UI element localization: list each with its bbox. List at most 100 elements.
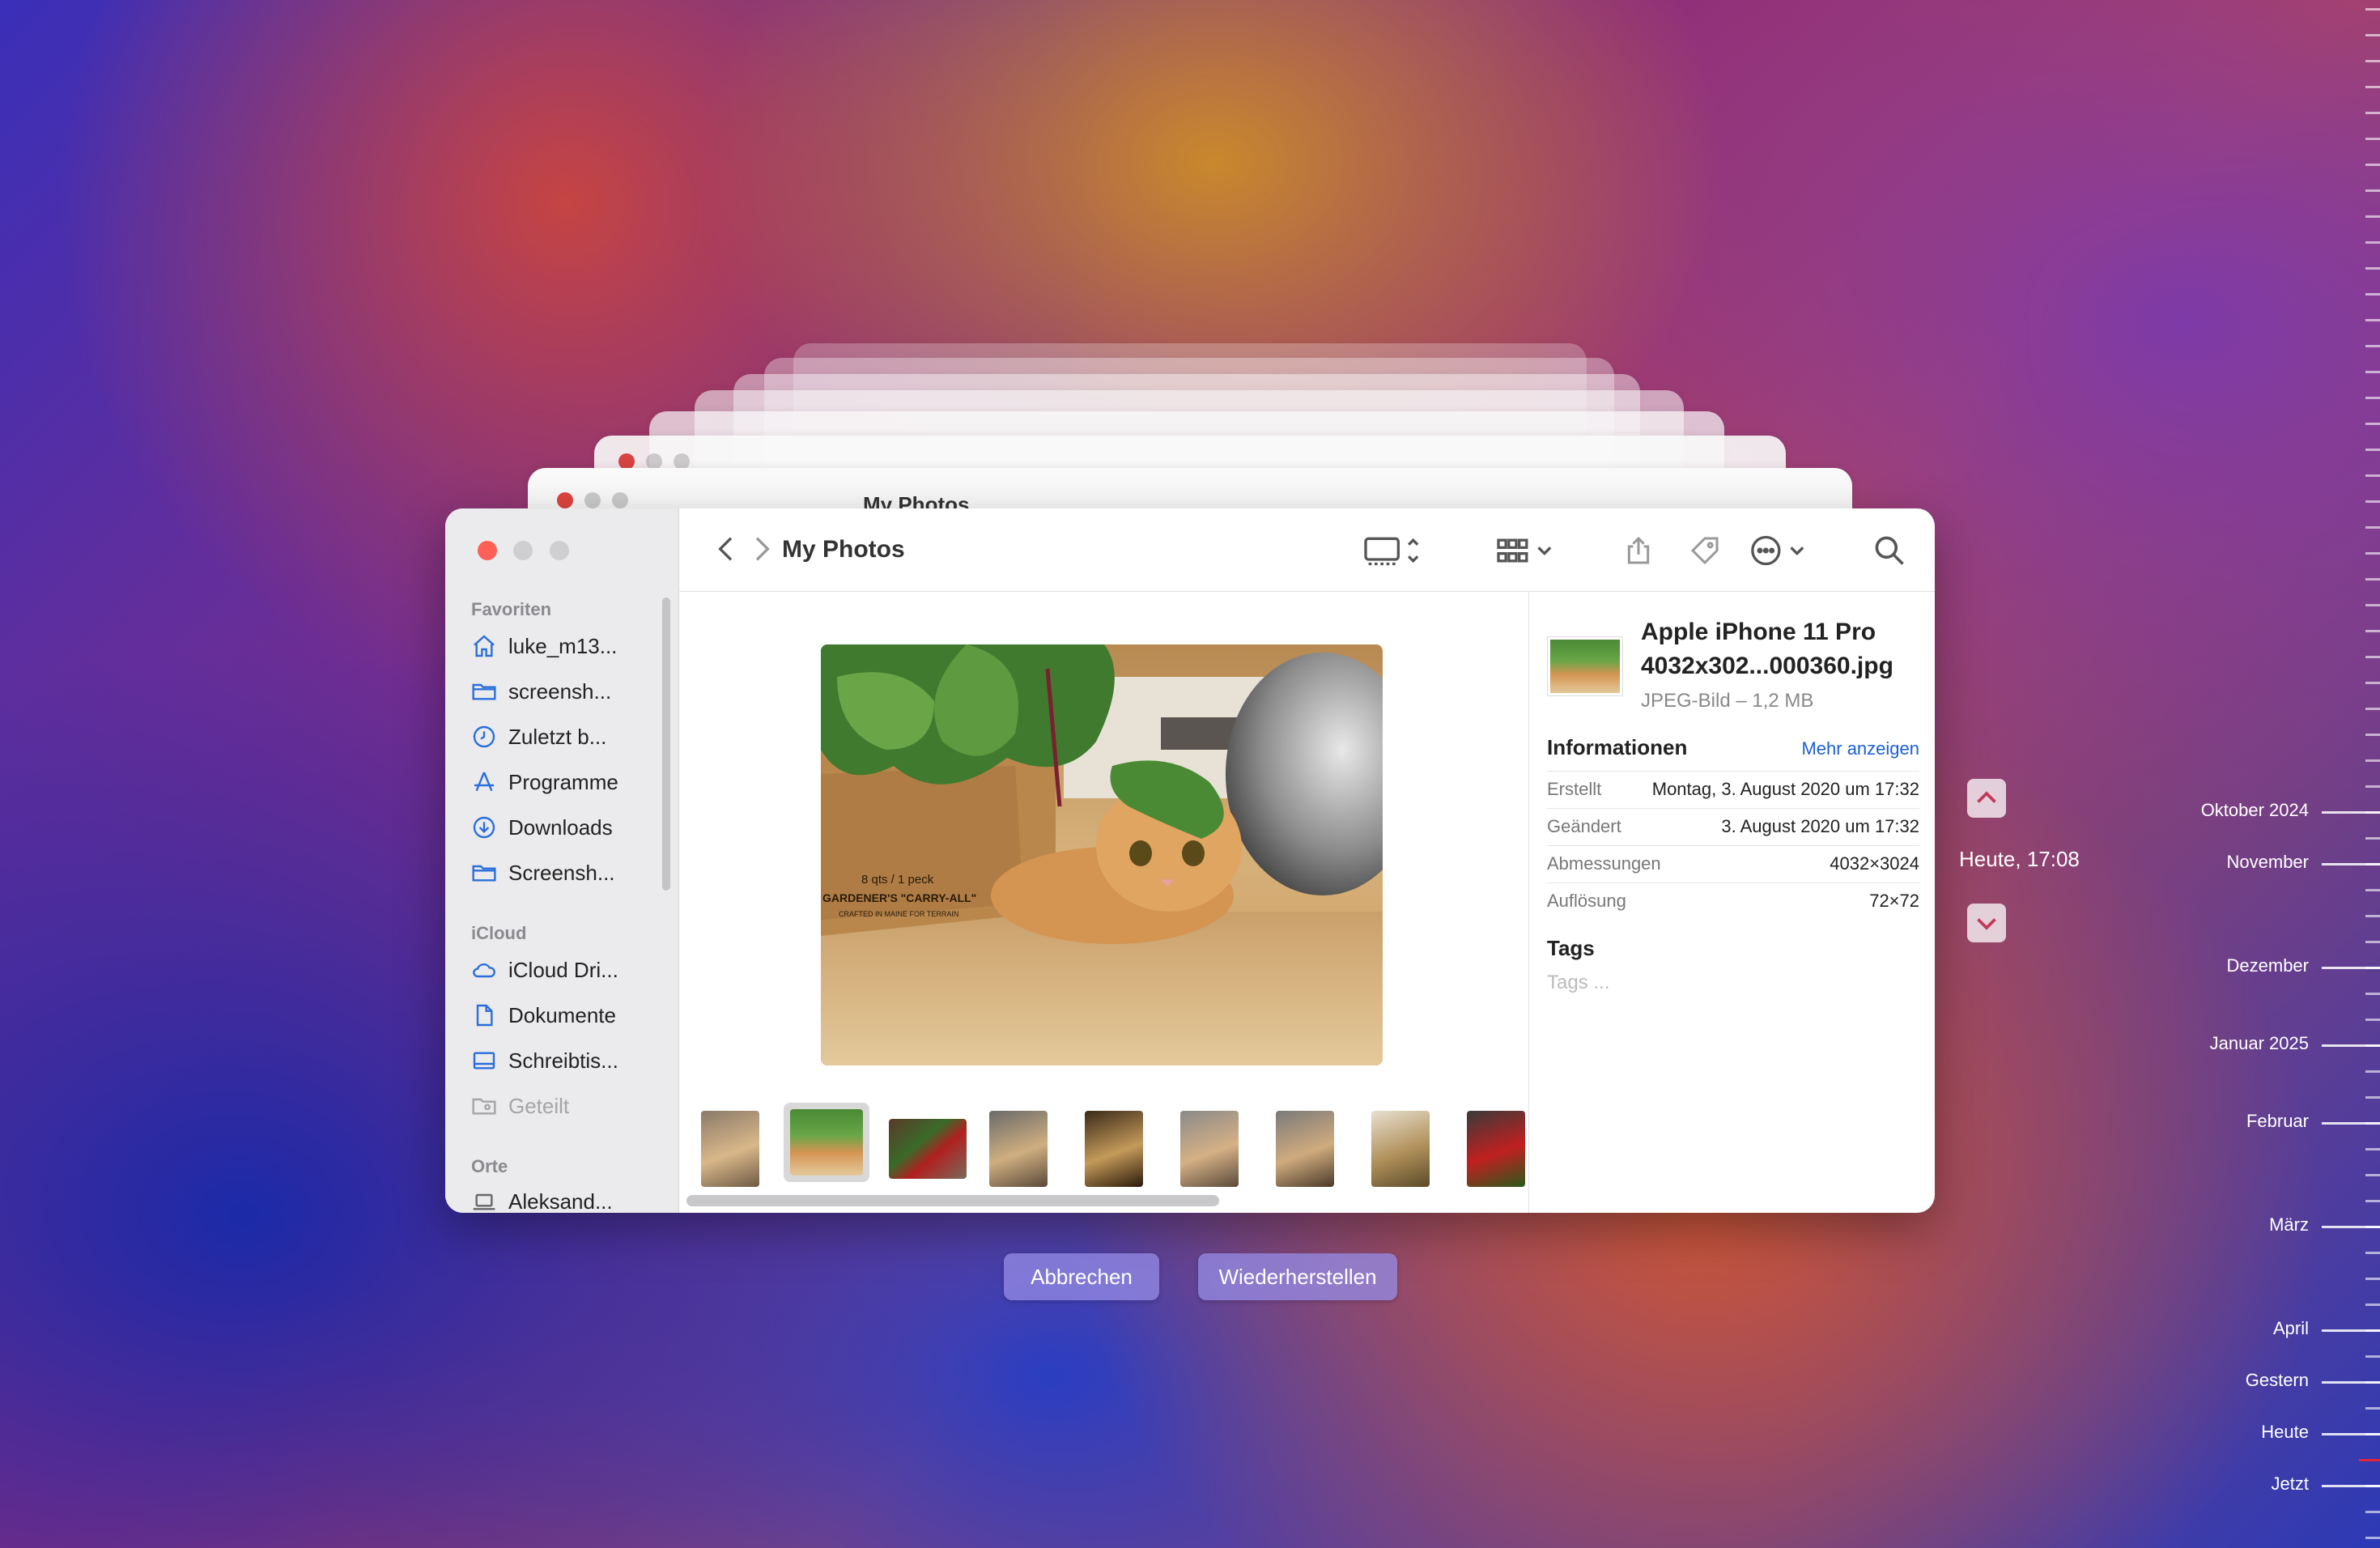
timeline-tick <box>2365 293 2380 296</box>
timeline-label[interactable]: Heute <box>2261 1422 2309 1443</box>
section-header-icloud: iCloud <box>471 923 527 943</box>
timeline-tick <box>2365 345 2380 347</box>
timeline-tick <box>2365 1537 2380 1539</box>
thumbnail[interactable] <box>889 1119 967 1179</box>
file-name: Apple iPhone 11 Pro 4032x302...000360.jp… <box>1641 615 1916 683</box>
timeline-tick <box>2365 993 2380 995</box>
timeline-tick <box>2365 630 2380 632</box>
tags-input[interactable]: Tags ... <box>1547 972 1609 994</box>
view-mode-icon[interactable] <box>1360 533 1425 568</box>
timeline-label[interactable]: März <box>2269 1214 2309 1235</box>
thumbnail[interactable] <box>1467 1111 1525 1187</box>
show-more-link[interactable]: Mehr anzeigen <box>1801 738 1919 759</box>
folder-icon <box>472 683 496 700</box>
zoom-button[interactable] <box>549 541 569 560</box>
info-panel: Apple iPhone 11 Pro 4032x302...000360.jp… <box>1528 591 1935 1213</box>
sidebar-item-downloads[interactable]: Downloads <box>471 811 657 844</box>
timeline-current-marker <box>2359 1459 2380 1461</box>
timeline-tick <box>2365 138 2380 140</box>
timeline-tick <box>2365 449 2380 451</box>
thumbnail[interactable] <box>1276 1111 1334 1187</box>
timeline-major-tick <box>2322 1044 2380 1047</box>
tag-icon[interactable] <box>1689 533 1721 568</box>
timeline-tick <box>2365 112 2380 114</box>
sidebar-item-icloud-drive[interactable]: iCloud Dri... <box>471 954 657 986</box>
timeline-label[interactable]: Januar 2025 <box>2210 1033 2309 1054</box>
timeline-tick <box>2365 1252 2380 1254</box>
timeline-label[interactable]: Dezember <box>2227 955 2309 976</box>
sidebar-item-label: Programme <box>508 769 618 794</box>
timeline-tick <box>2365 1278 2380 1280</box>
timeline-tick <box>2365 500 2380 503</box>
sidebar-scrollbar[interactable] <box>662 598 670 891</box>
photo-text-line3: CRAFTED IN MAINE FOR TERRAIN <box>839 910 958 918</box>
sidebar-item-label: iCloud Dri... <box>508 957 618 982</box>
timeline-major-tick <box>2322 1485 2380 1487</box>
forward-icon[interactable] <box>745 533 777 565</box>
timeline-label[interactable]: Oktober 2024 <box>2201 800 2309 821</box>
photo-preview[interactable]: 8 qts / 1 peck GARDENER'S "CARRY-ALL" CR… <box>821 644 1383 1065</box>
timeline-tick <box>2365 552 2380 555</box>
thumbnail-selected[interactable] <box>784 1103 869 1182</box>
back-icon[interactable] <box>711 533 743 565</box>
info-key: Abmessungen <box>1547 853 1661 874</box>
info-header: Informationen <box>1547 735 1688 759</box>
sidebar-item-shared[interactable]: Geteilt <box>471 1090 657 1122</box>
timeline-tick <box>2365 86 2380 88</box>
timeline-tick <box>2365 371 2380 373</box>
info-key: Erstellt <box>1547 779 1602 799</box>
sidebar-item-recents[interactable]: Zuletzt b... <box>471 721 657 753</box>
timeline-label[interactable]: Gestern <box>2246 1370 2309 1391</box>
file-name-line1: Apple iPhone 11 Pro <box>1641 619 1876 645</box>
thumbnail[interactable] <box>989 1111 1048 1187</box>
share-icon[interactable] <box>1622 533 1655 568</box>
timeline-label[interactable]: Februar <box>2246 1111 2309 1132</box>
thumbnail[interactable] <box>701 1111 759 1187</box>
sidebar-item-home[interactable]: luke_m13... <box>471 630 657 662</box>
restore-button[interactable]: Wiederherstellen <box>1198 1253 1397 1300</box>
sidebar-item-applications[interactable]: Programme <box>471 766 657 798</box>
timeline-tick <box>2365 1511 2380 1513</box>
timeline-tick <box>2365 578 2380 580</box>
group-icon[interactable] <box>1493 533 1558 568</box>
sidebar-item-desktop[interactable]: Schreibtis... <box>471 1044 657 1077</box>
timeline-major-tick <box>2322 1122 2380 1125</box>
file-kind-size: JPEG-Bild – 1,2 MB <box>1641 690 1814 712</box>
timeline-label[interactable]: April <box>2273 1318 2309 1339</box>
preview-scrollbar[interactable] <box>686 1195 1219 1206</box>
cancel-button[interactable]: Abbrechen <box>1004 1253 1159 1300</box>
timeline-tick <box>2365 604 2380 606</box>
photo-text-line2: GARDENER'S "CARRY-ALL" <box>822 891 976 904</box>
info-value: 4032×3024 <box>1830 853 1919 874</box>
sidebar-item-mac[interactable]: Aleksand... <box>471 1185 657 1213</box>
thumbnail[interactable] <box>1085 1111 1143 1187</box>
timeline-label[interactable]: Jetzt <box>2272 1474 2309 1495</box>
thumbnail[interactable] <box>1371 1111 1430 1187</box>
more-actions-icon[interactable] <box>1745 533 1810 568</box>
timeline-tick <box>2365 1148 2380 1150</box>
sidebar-item-documents[interactable]: Dokumente <box>471 999 657 1031</box>
timeline-major-tick <box>2322 1381 2380 1384</box>
sidebar-item-screenshots-2[interactable]: Screensh... <box>471 857 657 889</box>
timeline-major-tick <box>2322 811 2380 814</box>
sidebar-item-label: Geteilt <box>508 1093 570 1118</box>
timeline-tick <box>2365 785 2380 788</box>
timeline-tick <box>2365 526 2380 529</box>
timeline-tick <box>2365 423 2380 425</box>
timeline-tick <box>2365 1174 2380 1176</box>
sidebar-item-label: screensh... <box>508 678 612 704</box>
timeline-tick <box>2365 1200 2380 1202</box>
cat-photo: 8 qts / 1 peck GARDENER'S "CARRY-ALL" CR… <box>821 644 1383 1065</box>
search-icon[interactable] <box>1872 533 1907 568</box>
timeline-label[interactable]: November <box>2227 852 2309 873</box>
sidebar-item-screenshots[interactable]: screensh... <box>471 675 657 708</box>
thumbnail[interactable] <box>1180 1111 1239 1187</box>
photo-text-line1: 8 qts / 1 peck <box>861 873 934 887</box>
info-row-dimensions: Abmessungen 4032×3024 <box>1547 845 1919 882</box>
close-button[interactable] <box>478 541 497 560</box>
timeline[interactable]: Oktober 2024 November Dezember Januar 2025 F… <box>1959 0 2380 1548</box>
timeline-major-tick <box>2322 967 2380 969</box>
minimize-button[interactable] <box>513 541 533 560</box>
timeline-tick <box>2365 1019 2380 1021</box>
home-icon <box>474 635 495 657</box>
